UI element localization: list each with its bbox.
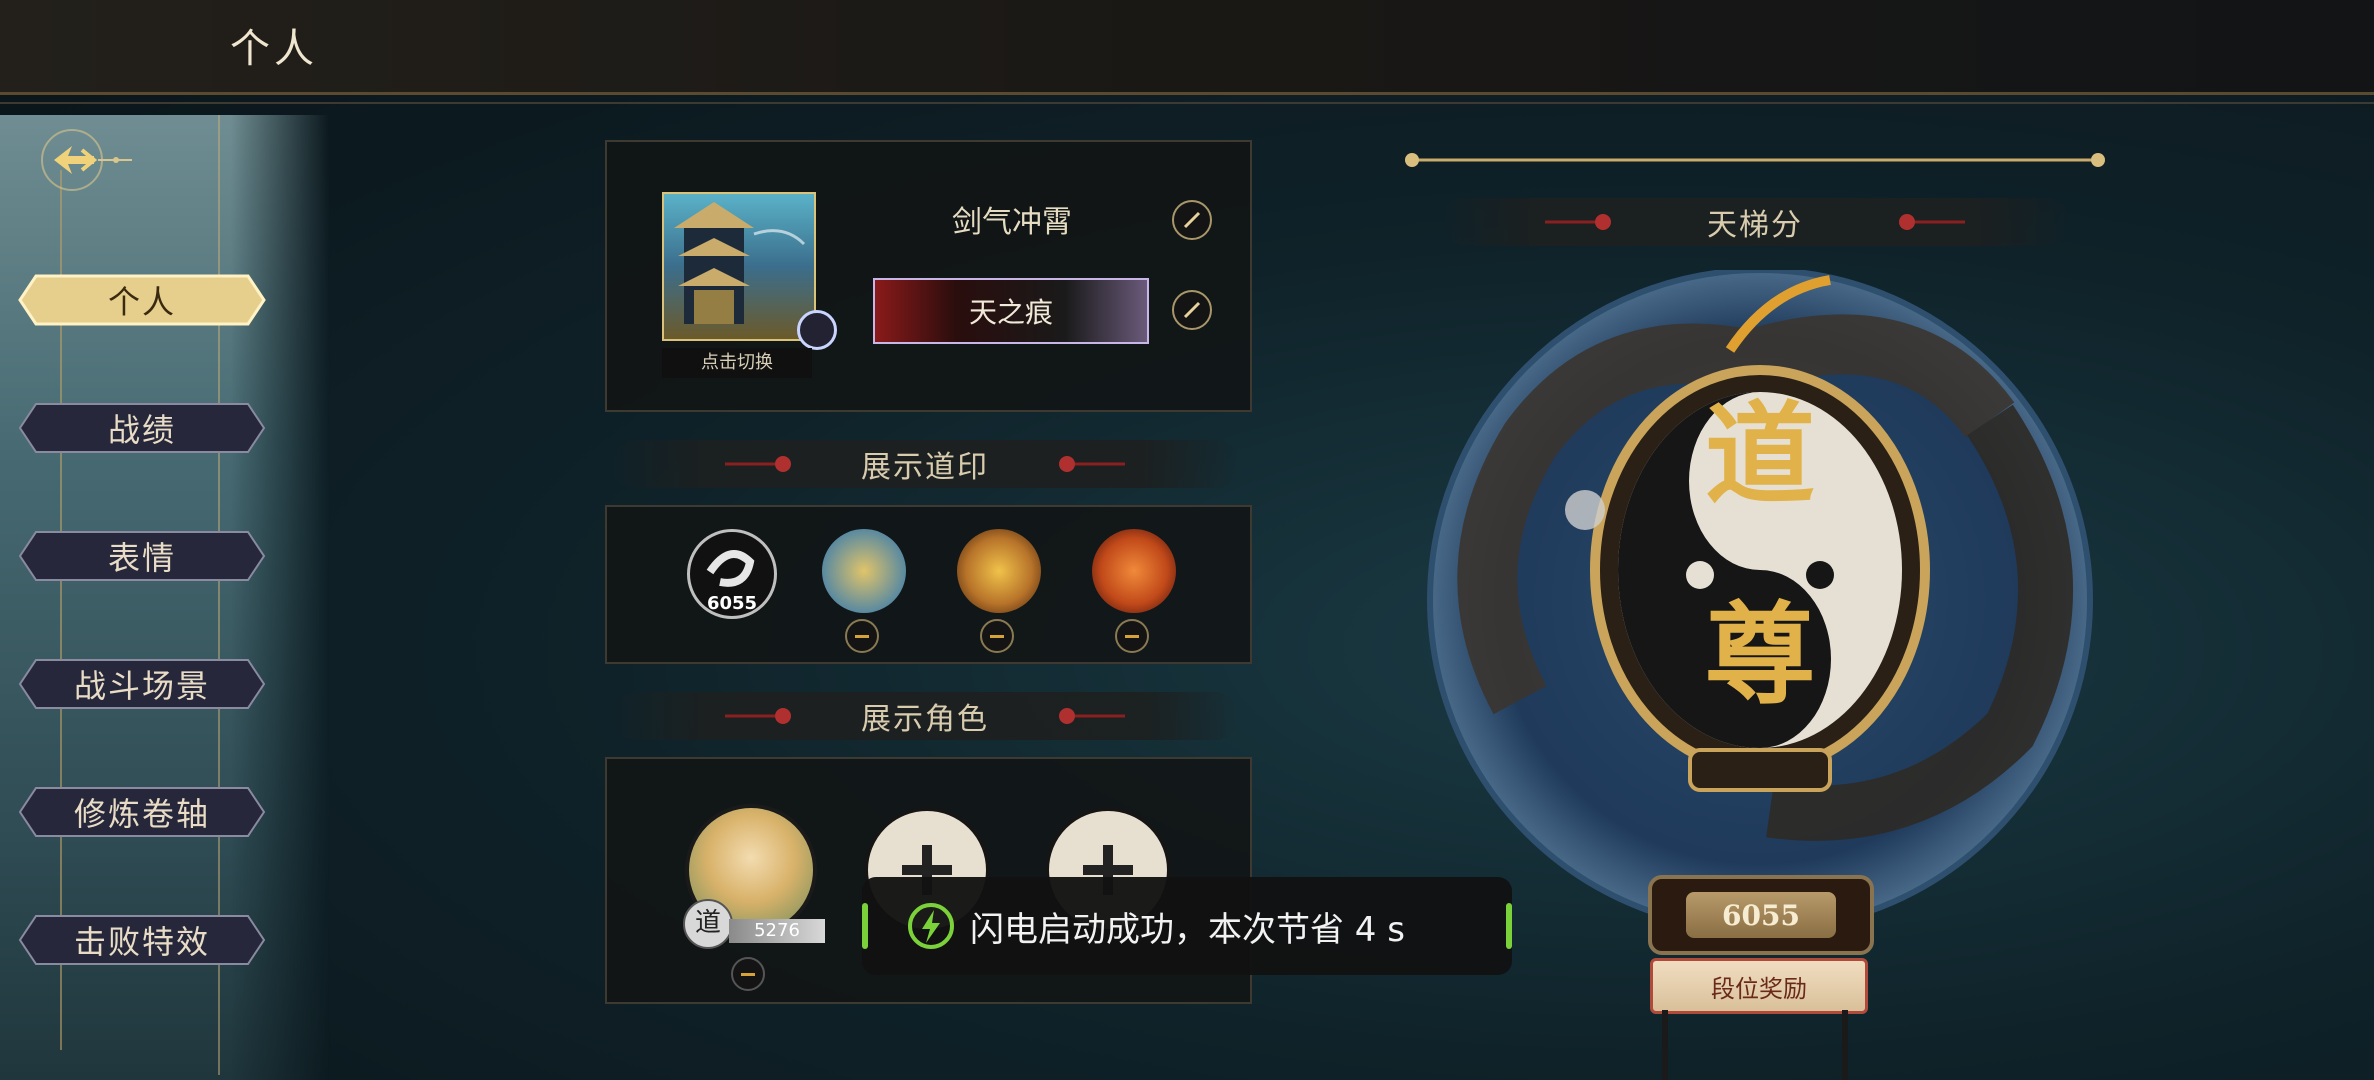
avatar-swap-icon[interactable] [797, 310, 837, 350]
characters-section-title: 展示角色 [861, 702, 989, 737]
characters-section-header: 展示角色 [610, 692, 1240, 740]
pavilion-scene-icon [674, 202, 806, 324]
rank-glyph-bottom: 尊 [1705, 590, 1815, 719]
sidebar-item-label: 修炼卷轴 [73, 795, 210, 833]
ladder-score-plate: 6055 [1648, 875, 1874, 955]
back-button[interactable] [32, 118, 142, 208]
brush-icon [1183, 301, 1201, 319]
back-arrow-icon [41, 129, 132, 191]
seals-section-header: 展示道印 [610, 440, 1240, 488]
remove-character-button[interactable] [731, 957, 765, 991]
sidebar-item-record[interactable]: 战绩 [18, 400, 266, 456]
fire-phoenix-seal-icon[interactable] [1092, 529, 1176, 613]
toast-accent-right [1506, 903, 1512, 949]
page-title: 个人 [230, 26, 318, 72]
avatar-frame[interactable] [662, 192, 816, 341]
edit-name-button[interactable] [1172, 200, 1212, 240]
flower-ornament-icon [725, 708, 791, 724]
dragon-water-seal-icon[interactable] [822, 529, 906, 613]
character-rank-badge: 道 [683, 899, 733, 949]
remove-seal-button[interactable] [980, 619, 1014, 653]
flower-ornament-icon [725, 456, 791, 472]
toast-message: 闪电启动成功，本次节省 4 s [970, 909, 1405, 950]
flower-ornament-icon [1899, 214, 1965, 230]
ladder-header: 天梯分 [1440, 198, 2070, 246]
seal-value: 6055 [706, 593, 758, 614]
sidebar-item-defeat-effect[interactable]: 击败特效 [18, 912, 266, 968]
player-name: 剑气冲霄 [952, 205, 1072, 240]
reward-post-left [1662, 1010, 1668, 1080]
title-badge-label: 天之痕 [968, 296, 1053, 329]
profile-panel: 点击切换 剑气冲霄 天之痕 [605, 140, 1252, 412]
ladder-top-divider [1405, 153, 2105, 167]
toast-accent-left [862, 903, 868, 949]
sidebar-item-personal[interactable]: 个人 [18, 272, 266, 328]
rank-glyph-top: 道 [1705, 390, 1815, 519]
lightning-icon [908, 903, 954, 949]
sidebar-item-battle-scene[interactable]: 战斗场景 [18, 656, 266, 712]
sidebar-item-label: 战斗场景 [73, 667, 210, 705]
remove-seal-button[interactable] [845, 619, 879, 653]
sidebar-item-label: 击败特效 [73, 923, 210, 961]
edit-title-button[interactable] [1172, 290, 1212, 330]
flower-ornament-icon [1059, 456, 1125, 472]
seals-panel: 6055 [605, 505, 1252, 664]
reward-post-right [1842, 1010, 1848, 1080]
sidebar-item-label: 战绩 [107, 411, 176, 449]
rank-reward-button[interactable]: 段位奖励 [1650, 958, 1868, 1014]
character-score: 5276 [729, 919, 825, 943]
switch-label[interactable]: 点击切换 [662, 348, 812, 378]
sidebar-item-emotes[interactable]: 表情 [18, 528, 266, 584]
brush-icon [1183, 211, 1201, 229]
flower-ornament-icon [1059, 708, 1125, 724]
remove-seal-button[interactable] [1115, 619, 1149, 653]
top-bar [0, 0, 2374, 95]
gold-crest-seal-icon[interactable] [957, 529, 1041, 613]
sidebar-item-label: 个人 [107, 283, 176, 321]
seals-section-title: 展示道印 [861, 450, 989, 485]
title-badge[interactable]: 天之痕 [873, 278, 1149, 344]
flower-ornament-icon [1545, 214, 1611, 230]
sidebar-item-scroll[interactable]: 修炼卷轴 [18, 784, 266, 840]
top-divider [0, 102, 2374, 104]
sidebar-item-label: 表情 [107, 539, 176, 577]
ladder-score: 6055 [1686, 892, 1836, 938]
toast-notification: 闪电启动成功，本次节省 4 s [862, 877, 1512, 975]
ladder-title: 天梯分 [1707, 208, 1803, 243]
